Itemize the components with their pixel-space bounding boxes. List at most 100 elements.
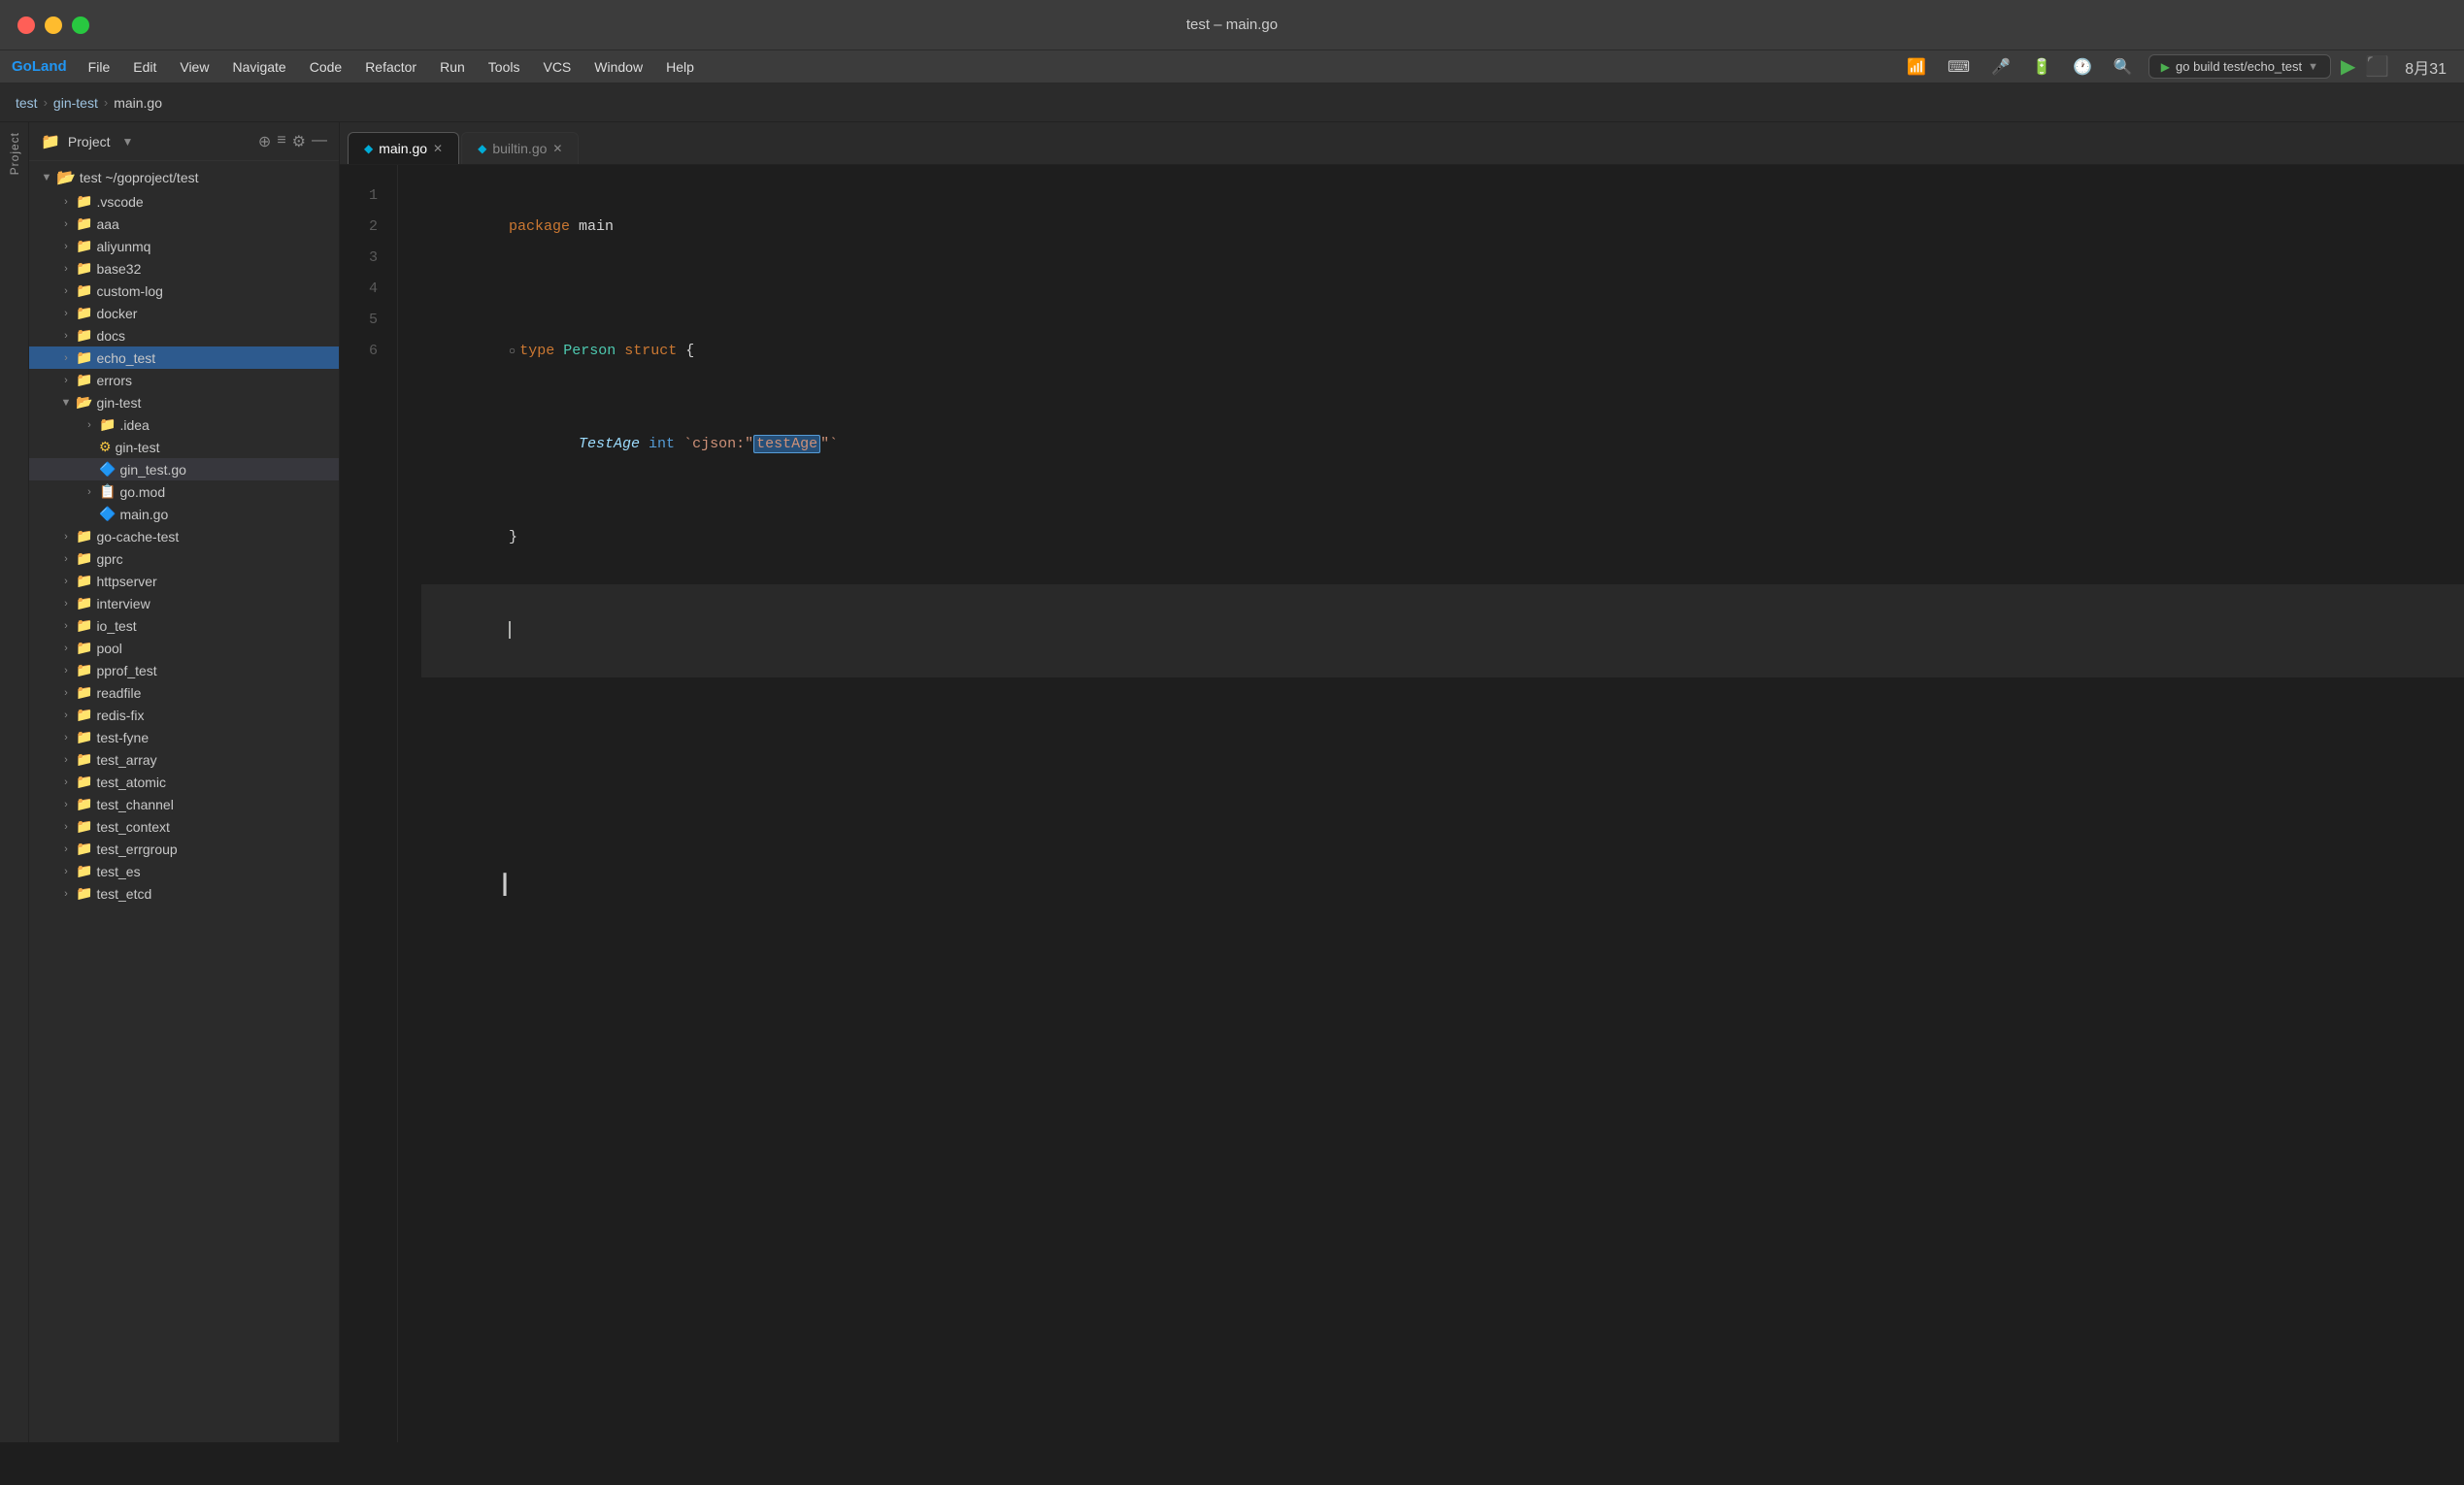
tag-cjson: `cjson:": [683, 436, 753, 452]
sidebar-item-go-mod[interactable]: › 📋 go.mod: [29, 480, 339, 503]
tag-testage-highlighted: testAge: [753, 435, 820, 453]
sidebar-item-gin-test-run[interactable]: › ⚙ gin-test: [29, 436, 339, 458]
minimize-button[interactable]: [45, 16, 62, 34]
main-layout: Project 📁 Project ▼ ⊕ ≡ ⚙ — ▼ 📂 test ~/g…: [0, 122, 2464, 1442]
root-label: test ~/goproject/test: [80, 170, 199, 185]
sidebar-item-vscode[interactable]: › 📁 .vscode: [29, 190, 339, 213]
kw-struct: struct: [624, 343, 685, 359]
sidebar-item-redis-fix[interactable]: › 📁 redis-fix: [29, 704, 339, 726]
tab-builtin-go[interactable]: ◆ builtin.go ✕: [461, 132, 579, 164]
sidebar-item-pprof-test[interactable]: › 📁 pprof_test: [29, 659, 339, 681]
menu-run[interactable]: Run: [430, 55, 475, 79]
sidebar-minimize-icon[interactable]: —: [312, 132, 327, 151]
sidebar-title: Project: [68, 134, 111, 149]
menu-tools[interactable]: Tools: [479, 55, 530, 79]
editor-content[interactable]: 1 2 3 4 5 6 package main ○type Person st…: [340, 165, 2464, 1442]
sidebar-item-gin-test[interactable]: ▼ 📂 gin-test: [29, 391, 339, 413]
code-line-2: [421, 274, 2464, 305]
menu-edit[interactable]: Edit: [123, 55, 166, 79]
sidebar-item-test-context[interactable]: › 📁 test_context: [29, 815, 339, 838]
type-person: Person: [563, 343, 624, 359]
sidebar-item-aliyunmq[interactable]: › 📁 aliyunmq: [29, 235, 339, 257]
sidebar-item-test-etcd[interactable]: › 📁 test_etcd: [29, 882, 339, 905]
open-brace: {: [685, 343, 694, 359]
titlebar: test – main.go: [0, 0, 2464, 50]
ln-6: 6: [340, 336, 389, 367]
tree-root[interactable]: ▼ 📂 test ~/goproject/test: [29, 165, 339, 190]
ln-2: 2: [340, 212, 389, 243]
menu-vcs[interactable]: VCS: [533, 55, 581, 79]
sidebar-item-test-atomic[interactable]: › 📁 test_atomic: [29, 771, 339, 793]
clock-icon: 🕐: [2067, 55, 2098, 79]
sidebar-item-io-test[interactable]: › 📁 io_test: [29, 614, 339, 637]
sidebar-item-gprc[interactable]: › 📁 gprc: [29, 547, 339, 570]
sidebar-header: 📁 Project ▼ ⊕ ≡ ⚙ —: [29, 122, 339, 161]
sidebar-item-echo-test[interactable]: › 📁 echo_test: [29, 346, 339, 369]
sidebar-tools: ⊕ ≡ ⚙ —: [258, 132, 327, 151]
sidebar-item-readfile[interactable]: › 📁 readfile: [29, 681, 339, 704]
struct-gutter-icon: ○: [509, 345, 516, 358]
system-icon: ⌨: [1942, 55, 1976, 79]
maximize-button[interactable]: [72, 16, 89, 34]
close-button[interactable]: [17, 16, 35, 34]
sidebar-item-test-array[interactable]: › 📁 test_array: [29, 748, 339, 771]
sidebar-item-docs[interactable]: › 📁 docs: [29, 324, 339, 346]
stop-button[interactable]: ⬛: [2365, 54, 2389, 79]
ln-4: 4: [340, 274, 389, 305]
tab-main-go-close[interactable]: ✕: [433, 142, 443, 155]
menu-navigate[interactable]: Navigate: [222, 55, 295, 79]
field-testage: TestAge: [579, 436, 649, 452]
window-controls[interactable]: [17, 16, 89, 34]
menu-refactor[interactable]: Refactor: [355, 55, 426, 79]
breadcrumb-gin-test[interactable]: gin-test: [53, 95, 98, 111]
menubar: GoLand File Edit View Navigate Code Refa…: [0, 50, 2464, 83]
code-content[interactable]: package main ○type Person struct { TestA…: [398, 165, 2464, 1442]
sidebar-item-main-go[interactable]: › 🔷 main.go: [29, 503, 339, 525]
pkg-name: main: [579, 218, 614, 235]
menu-help[interactable]: Help: [656, 55, 704, 79]
tab-main-go-label: main.go: [379, 141, 427, 156]
locate-icon[interactable]: ⊕: [258, 132, 271, 151]
sidebar-tree: ▼ 📂 test ~/goproject/test › 📁 .vscode › …: [29, 161, 339, 1442]
tab-main-go[interactable]: ◆ main.go ✕: [348, 132, 459, 164]
run-button[interactable]: ▶: [2341, 54, 2355, 79]
tab-builtin-go-close[interactable]: ✕: [552, 142, 562, 155]
sidebar-item-custom-log[interactable]: › 📁 custom-log: [29, 280, 339, 302]
kw-package: package: [509, 218, 579, 235]
sidebar-item-errors[interactable]: › 📁 errors: [29, 369, 339, 391]
run-config-label: go build test/echo_test: [2176, 59, 2302, 74]
menu-view[interactable]: View: [170, 55, 218, 79]
sidebar-item-gin-test-go[interactable]: › 🔷 gin_test.go: [29, 458, 339, 480]
sidebar-item-test-es[interactable]: › 📁 test_es: [29, 860, 339, 882]
breadcrumb-main-go[interactable]: main.go: [114, 95, 162, 111]
sidebar-item-base32[interactable]: › 📁 base32: [29, 257, 339, 280]
sidebar-item-test-fyne[interactable]: › 📁 test-fyne: [29, 726, 339, 748]
sidebar-item-go-cache-test[interactable]: › 📁 go-cache-test: [29, 525, 339, 547]
sidebar-item-test-errgroup[interactable]: › 📁 test_errgroup: [29, 838, 339, 860]
code-line-3: ○type Person struct {: [421, 305, 2464, 398]
tab-builtin-go-label: builtin.go: [492, 141, 547, 156]
project-tab-label[interactable]: Project: [8, 132, 21, 175]
code-line-6: [421, 584, 2464, 677]
sidebar-item-interview[interactable]: › 📁 interview: [29, 592, 339, 614]
type-int: int: [649, 436, 683, 452]
sidebar-item-pool[interactable]: › 📁 pool: [29, 637, 339, 659]
menu-window[interactable]: Window: [584, 55, 652, 79]
menu-file[interactable]: File: [79, 55, 120, 79]
project-panel-tab[interactable]: Project: [0, 122, 29, 1442]
sidebar-item-aaa[interactable]: › 📁 aaa: [29, 213, 339, 235]
run-config-selector[interactable]: ▶ go build test/echo_test ▼: [2148, 54, 2331, 79]
menu-code[interactable]: Code: [300, 55, 351, 79]
ln-5: 5: [340, 305, 389, 336]
sidebar-item-test-channel[interactable]: › 📁 test_channel: [29, 793, 339, 815]
indent-4: [509, 436, 579, 452]
sidebar-item-idea[interactable]: › 📁 .idea: [29, 413, 339, 436]
breadcrumb-test[interactable]: test: [16, 95, 38, 111]
close-brace: }: [509, 529, 517, 545]
window-title: test – main.go: [1186, 16, 1278, 33]
options-icon[interactable]: ⚙: [292, 132, 306, 151]
sidebar-item-httpserver[interactable]: › 📁 httpserver: [29, 570, 339, 592]
collapse-all-icon[interactable]: ≡: [277, 132, 285, 151]
search-icon[interactable]: 🔍: [2108, 55, 2139, 79]
sidebar-item-docker[interactable]: › 📁 docker: [29, 302, 339, 324]
